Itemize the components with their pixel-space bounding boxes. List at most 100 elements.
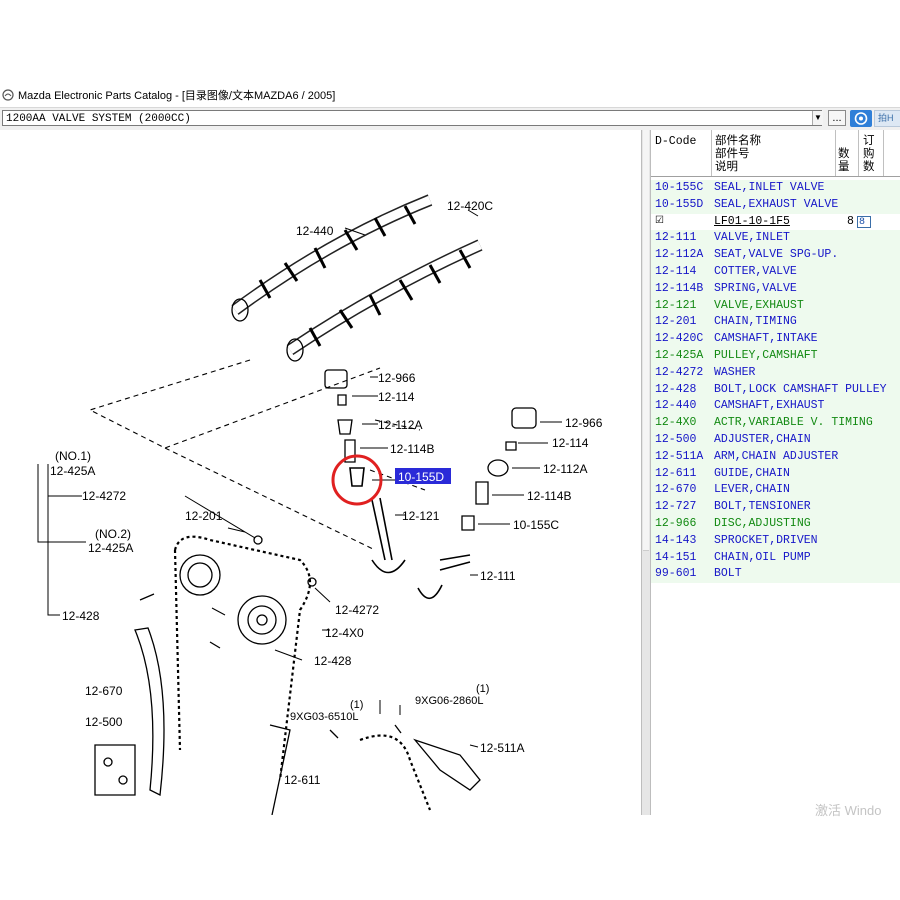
- part-dcode: 12-670: [655, 483, 697, 497]
- label-12-670[interactable]: 12-670: [85, 684, 123, 698]
- label-12-121[interactable]: 12-121: [402, 509, 440, 523]
- part-row[interactable]: 12-428 BOLT,LOCK CAMSHAFT PULLEY: [651, 381, 900, 399]
- illustration-select[interactable]: 1200AA VALVE SYSTEM (2000CC): [2, 110, 822, 126]
- part-row[interactable]: 12-4X0 ACTR,VARIABLE V. TIMING: [651, 415, 900, 432]
- part-row[interactable]: 14-143 SPROCKET,DRIVEN: [651, 532, 900, 550]
- part-name: ACTR,VARIABLE V. TIMING: [714, 416, 873, 430]
- label-9xg03[interactable]: 9XG03-6510L: [290, 711, 359, 723]
- label-12-966[interactable]: 12-966: [378, 371, 416, 385]
- order-qty-input[interactable]: 8: [857, 215, 871, 228]
- label-12-966-right[interactable]: 12-966: [565, 416, 603, 430]
- label-12-611[interactable]: 12-611: [284, 773, 321, 787]
- scrollbar-thumb[interactable]: [643, 130, 649, 551]
- parts-list-panel: D-Code 部件名称 部件号 说明 数量 订 购数 10-155C SEAL,I…: [651, 130, 900, 815]
- label-12-4x0[interactable]: 12-4X0: [325, 626, 364, 640]
- exploded-view-svg: 12-440 12-420C 12-966 12-114 12-112A 12-…: [37, 194, 603, 816]
- header-name-line2: 部件号: [715, 148, 750, 161]
- part-row[interactable]: 12-114B SPRING,VALVE: [651, 280, 900, 298]
- part-name: CAMSHAFT,INTAKE: [714, 332, 818, 346]
- label-12-114-right[interactable]: 12-114: [552, 436, 589, 450]
- label-no1: (NO.1): [55, 449, 91, 463]
- label-12-112a-right[interactable]: 12-112A: [543, 462, 587, 476]
- part-row[interactable]: 12-425A PULLEY,CAMSHAFT: [651, 347, 900, 365]
- part-row[interactable]: 12-511A ARM,CHAIN ADJUSTER: [651, 448, 900, 466]
- app-icon: [2, 89, 14, 101]
- checkbox-icon[interactable]: ☑: [655, 214, 664, 231]
- label-12-500[interactable]: 12-500: [85, 715, 123, 729]
- part-row[interactable]: 14-151 CHAIN,OIL PUMP: [651, 549, 900, 567]
- part-name: BOLT: [714, 567, 742, 581]
- remote-control-button[interactable]: [850, 110, 872, 127]
- label-12-112a[interactable]: 12-112A: [378, 418, 422, 432]
- window-title: Mazda Electronic Parts Catalog - [目录图像/文…: [18, 90, 336, 102]
- browse-button[interactable]: ...: [828, 110, 846, 126]
- chevron-down-icon[interactable]: ▼: [812, 111, 823, 125]
- part-name: LEVER,CHAIN: [714, 483, 790, 497]
- part-dcode: 12-114: [655, 264, 697, 278]
- part-dcode: 12-727: [655, 500, 697, 514]
- label-12-440[interactable]: 12-440: [296, 224, 334, 238]
- part-dcode: 12-440: [655, 399, 697, 413]
- part-row[interactable]: 12-201 CHAIN,TIMING: [651, 314, 900, 332]
- label-9xg06[interactable]: 9XG06-2860L: [415, 695, 484, 707]
- part-dcode: 14-143: [655, 533, 697, 547]
- label-12-4272-right[interactable]: 12-4272: [335, 603, 379, 617]
- label-12-511a[interactable]: 12-511A: [480, 741, 524, 755]
- label-12-4272[interactable]: 12-4272: [82, 489, 126, 503]
- extension-button[interactable]: 拍H: [874, 110, 900, 127]
- part-name: SEAL,EXHAUST VALVE: [714, 197, 839, 211]
- label-12-111[interactable]: 12-111: [480, 569, 516, 583]
- part-dcode: 99-601: [655, 567, 697, 581]
- part-dcode: 10-155D: [655, 197, 704, 211]
- part-row[interactable]: 12-440 CAMSHAFT,EXHAUST: [651, 398, 900, 416]
- part-row[interactable]: 12-121 VALVE,EXHAUST: [651, 297, 900, 315]
- part-row[interactable]: 12-727 BOLT,TENSIONER: [651, 499, 900, 516]
- header-order-line2: 购数: [863, 148, 875, 174]
- label-12-428[interactable]: 12-428: [62, 609, 100, 623]
- part-row[interactable]: 12-112A SEAT,VALVE SPG-UP.: [651, 247, 900, 264]
- part-name: VALVE,EXHAUST: [714, 298, 804, 312]
- label-12-425a-no1[interactable]: 12-425A: [50, 464, 95, 478]
- part-row[interactable]: 12-420C CAMSHAFT,INTAKE: [651, 331, 900, 348]
- label-12-114b[interactable]: 12-114B: [390, 442, 434, 456]
- header-name-line3: 说明: [715, 161, 738, 174]
- label-10-155c[interactable]: 10-155C: [513, 518, 559, 532]
- part-name: DISC,ADJUSTING: [714, 516, 811, 530]
- label-12-420c[interactable]: 12-420C: [447, 199, 493, 213]
- label-12-114b-right[interactable]: 12-114B: [527, 489, 571, 503]
- part-name: WASHER: [714, 365, 756, 379]
- label-12-425a-no2[interactable]: 12-425A: [88, 541, 133, 555]
- part-row[interactable]: 12-114 COTTER,VALVE: [651, 263, 900, 281]
- part-row[interactable]: 10-155D SEAL,EXHAUST VALVE: [651, 196, 900, 214]
- label-no2: (NO.2): [95, 527, 131, 541]
- part-row[interactable]: 12-611 GUIDE,CHAIN: [651, 465, 900, 483]
- part-row[interactable]: 12-4272 WASHER: [651, 364, 900, 382]
- header-qty[interactable]: 数量: [838, 148, 851, 174]
- part-name: BOLT,TENSIONER: [714, 500, 811, 514]
- vertical-scrollbar[interactable]: [641, 130, 651, 815]
- part-dcode: 10-155C: [655, 181, 704, 194]
- header-name-line1[interactable]: 部件名称: [715, 135, 761, 148]
- part-name: COTTER,VALVE: [714, 264, 797, 278]
- part-row[interactable]: 99-601 BOLT: [651, 566, 900, 584]
- part-name: CAMSHAFT,EXHAUST: [714, 399, 825, 413]
- part-dcode: 14-151: [655, 550, 697, 564]
- part-name: SEAL,INLET VALVE: [714, 181, 825, 194]
- part-row[interactable]: 12-966 DISC,ADJUSTING: [651, 515, 900, 533]
- part-dcode: 12-420C: [655, 332, 704, 346]
- part-row[interactable]: 10-155C SEAL,INLET VALVE: [651, 180, 900, 197]
- part-dcode: 12-611: [655, 466, 697, 480]
- part-dcode: 12-966: [655, 516, 697, 530]
- label-10-155d[interactable]: 10-155D: [398, 470, 444, 484]
- label-12-428-right[interactable]: 12-428: [314, 654, 352, 668]
- part-qty: 8: [847, 214, 854, 228]
- part-row[interactable]: 12-111 VALVE,INLET: [651, 230, 900, 248]
- part-number-row[interactable]: ☑ LF01-10-1F5 8 8: [651, 213, 900, 231]
- part-name: CHAIN,TIMING: [714, 315, 797, 329]
- part-row[interactable]: 12-670 LEVER,CHAIN: [651, 482, 900, 500]
- header-dcode[interactable]: D-Code: [655, 135, 696, 148]
- part-row[interactable]: 12-500 ADJUSTER,CHAIN: [651, 431, 900, 449]
- label-12-201[interactable]: 12-201: [185, 509, 223, 523]
- header-order-line1[interactable]: 订: [863, 135, 875, 148]
- label-12-114[interactable]: 12-114: [378, 390, 415, 404]
